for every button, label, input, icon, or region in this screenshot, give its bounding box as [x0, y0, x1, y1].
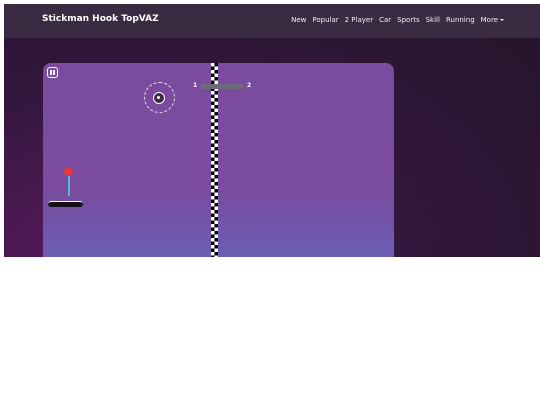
nav-item-running[interactable]: Running	[446, 16, 475, 24]
nav-item-skill[interactable]: Skill	[426, 16, 440, 24]
finish-line	[211, 63, 218, 257]
nav-item-popular[interactable]: Popular	[312, 16, 338, 24]
nav-item-new[interactable]: New	[291, 16, 306, 24]
site-page: Stickman Hook TopVAZ New Popular 2 Playe…	[4, 4, 540, 257]
navbar: Stickman Hook TopVAZ New Popular 2 Playe…	[4, 4, 540, 38]
nav-item-car[interactable]: Car	[379, 16, 391, 24]
hook-anchor-icon[interactable]	[153, 92, 165, 104]
nav-item-2-player[interactable]: 2 Player	[345, 16, 373, 24]
nav-menu: New Popular 2 Player Car Sports Skill Ru…	[291, 16, 504, 24]
pause-icon-bar	[53, 70, 55, 75]
start-platform	[48, 201, 83, 207]
caret-down-icon	[500, 19, 504, 21]
nav-item-more[interactable]: More	[481, 16, 504, 24]
stickman-icon	[64, 167, 73, 176]
pause-icon	[50, 70, 52, 75]
progress-start-label: 1	[193, 82, 198, 89]
game-canvas[interactable]: 1 2	[43, 63, 394, 257]
pause-button[interactable]	[47, 67, 58, 78]
progress-end-label: 2	[247, 82, 252, 89]
stickman-body	[68, 176, 70, 196]
nav-item-sports[interactable]: Sports	[397, 16, 419, 24]
level-progress-bar	[201, 84, 243, 89]
nav-item-more-label: More	[480, 16, 498, 24]
site-brand[interactable]: Stickman Hook TopVAZ	[42, 14, 159, 24]
